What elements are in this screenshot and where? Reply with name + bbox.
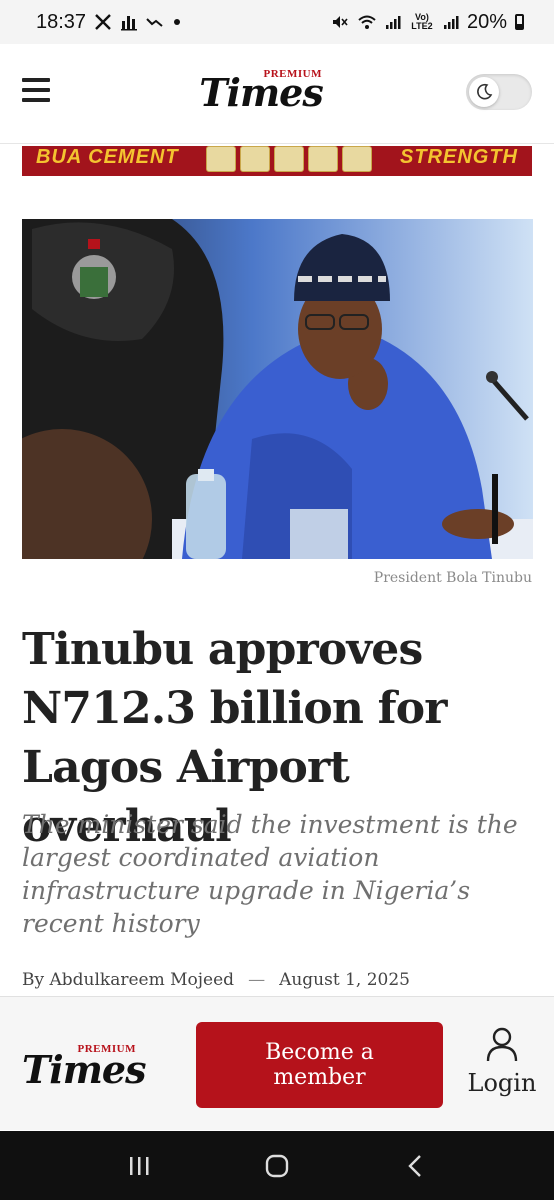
- status-bar: 18:37 Vo) LTE2 20%: [0, 0, 554, 44]
- signal-icon: [385, 14, 401, 30]
- back-icon[interactable]: [395, 1146, 435, 1186]
- mute-icon: [331, 13, 349, 31]
- site-header: PREMIUM Times: [0, 44, 554, 144]
- network-label: Vo) LTE2: [411, 12, 433, 31]
- byline: By Abdulkareem Mojeed — August 1, 2025: [22, 970, 410, 990]
- chart-icon: [120, 13, 138, 31]
- ad-left-text: BUA CEMENT: [36, 146, 179, 168]
- battery-percent: 20%: [466, 10, 507, 33]
- logo-times-text: Times: [199, 70, 324, 115]
- wifi-icon: [357, 13, 377, 31]
- hamburger-icon[interactable]: [22, 78, 50, 102]
- author-link[interactable]: By Abdulkareem Mojeed: [22, 970, 234, 990]
- member-bar-logo[interactable]: PREMIUM Times: [22, 1037, 172, 1093]
- home-icon[interactable]: [257, 1146, 297, 1186]
- member-logo-times-text: Times: [22, 1047, 147, 1092]
- trend-icon: [146, 13, 164, 31]
- ad-cement-bags: [206, 146, 373, 172]
- ad-banner[interactable]: BUA CEMENT STRENGTH: [22, 146, 532, 176]
- become-member-button[interactable]: Become a member: [196, 1022, 443, 1108]
- signal-icon-2: [443, 14, 459, 30]
- moon-icon: [469, 77, 499, 107]
- dot-icon: [172, 17, 182, 27]
- article-subheadline: The minister said the investment is the …: [22, 810, 518, 938]
- battery-icon: [515, 14, 524, 30]
- recents-icon[interactable]: [119, 1146, 159, 1186]
- ad-right-text: STRENGTH: [400, 146, 518, 168]
- theme-toggle[interactable]: [466, 74, 532, 110]
- status-right: Vo) LTE2 20%: [331, 11, 524, 34]
- system-nav-bar: [0, 1131, 554, 1200]
- login-button[interactable]: Login: [462, 1027, 542, 1107]
- site-logo[interactable]: PREMIUM Times: [186, 68, 336, 124]
- x-icon: [94, 13, 112, 31]
- publish-date: August 1, 2025: [279, 970, 410, 990]
- image-caption: President Bola Tinubu: [373, 570, 532, 586]
- article-hero-image[interactable]: [22, 219, 533, 559]
- membership-bar: PREMIUM Times Become a member Login: [0, 996, 554, 1130]
- status-left: 18:37: [36, 11, 182, 34]
- status-time: 18:37: [36, 10, 87, 33]
- user-icon: [462, 1027, 542, 1065]
- login-label: Login: [467, 1069, 537, 1097]
- byline-separator: —: [248, 970, 266, 990]
